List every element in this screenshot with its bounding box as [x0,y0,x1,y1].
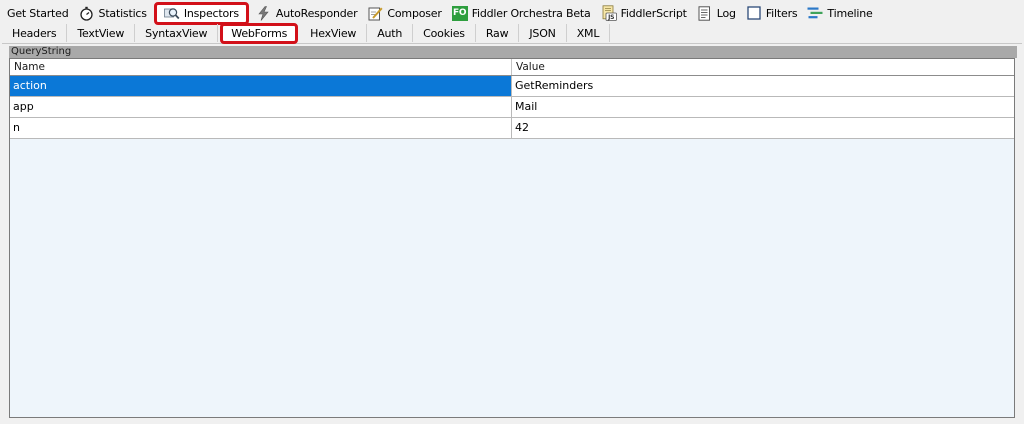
grid-header-row: Name Value [10,59,1014,76]
tab-label: Fiddler Orchestra Beta [471,6,591,20]
pencil-page-icon [367,5,383,21]
tab-label: Composer [387,6,442,20]
tab-fiddlerscript[interactable]: JS FiddlerScript [596,3,692,23]
param-name-cell[interactable]: action [10,76,512,96]
tab-inspectors[interactable]: Inspectors [153,1,249,25]
tab-label: Statistics [98,6,147,20]
fo-icon-text: FO [452,8,467,18]
column-header-value[interactable]: Value [512,59,1014,75]
param-name-cell[interactable]: app [10,97,512,117]
tab-webforms[interactable]: WebForms [220,22,299,44]
tab-headers[interactable]: Headers [2,24,68,42]
tab-label: JSON [529,26,556,40]
param-value-cell[interactable]: 42 [512,118,1014,138]
tab-label: TextView [77,26,125,40]
tab-label: HexView [310,26,357,40]
tab-timeline[interactable]: Timeline [802,3,877,23]
tab-fiddler-orchestra[interactable]: FO Fiddler Orchestra Beta [447,3,596,23]
table-row[interactable]: n 42 [10,118,1014,139]
stopwatch-icon [79,5,95,21]
tab-label: Get Started [7,6,69,20]
lightning-icon [256,5,272,21]
tab-label: Timeline [827,6,873,20]
tab-label: Cookies [423,26,465,40]
tab-log[interactable]: Log [692,3,741,23]
tab-statistics[interactable]: Statistics [74,3,152,23]
tab-label: Filters [765,6,798,20]
tab-label: Headers [12,26,57,40]
querystring-panel-title: QueryString [9,46,1017,58]
tab-label: AutoResponder [275,6,358,20]
tab-label: SyntaxView [145,26,208,40]
timeline-icon [807,5,823,21]
tab-label: FiddlerScript [620,6,687,20]
column-header-name[interactable]: Name [10,59,512,75]
tab-textview[interactable]: TextView [67,24,136,42]
js-script-icon: JS [601,5,617,21]
tab-label: XML [576,26,600,40]
querystring-grid[interactable]: Name Value action GetReminders app Mail … [9,58,1015,418]
magnifier-icon [163,5,180,21]
tab-label: Inspectors [183,6,239,20]
log-page-icon [697,5,713,21]
tab-label: Log [716,6,736,20]
fo-icon: FO [451,5,468,21]
svg-text:JS: JS [607,14,614,21]
inspector-tab-bar: Headers TextView SyntaxView WebForms Hex… [2,22,1022,44]
param-name-cell[interactable]: n [10,118,512,138]
table-row[interactable]: app Mail [10,97,1014,118]
param-value-cell[interactable]: Mail [512,97,1014,117]
tab-label: WebForms [231,26,288,40]
tab-composer[interactable]: Composer [362,3,446,23]
tab-json[interactable]: JSON [519,24,567,42]
tab-label: Raw [485,26,509,40]
tab-hexview[interactable]: HexView [300,24,368,42]
tab-syntaxview[interactable]: SyntaxView [135,24,219,42]
tab-xml[interactable]: XML [567,24,611,42]
table-row[interactable]: action GetReminders [10,76,1014,97]
tab-label: Auth [377,26,403,40]
tab-raw[interactable]: Raw [476,24,520,42]
tab-filters[interactable]: Filters [741,3,803,23]
param-value-cell[interactable]: GetReminders [512,76,1014,96]
main-tab-bar: Get Started Statistics Inspectors AutoRe… [2,1,878,25]
checkbox-icon [746,5,762,21]
tab-autoresponder[interactable]: AutoResponder [251,3,363,23]
tab-auth[interactable]: Auth [367,24,414,42]
fiddler-inspector-window: Get Started Statistics Inspectors AutoRe… [0,0,1024,424]
tab-cookies[interactable]: Cookies [413,24,476,42]
tab-get-started[interactable]: Get Started [2,3,74,23]
